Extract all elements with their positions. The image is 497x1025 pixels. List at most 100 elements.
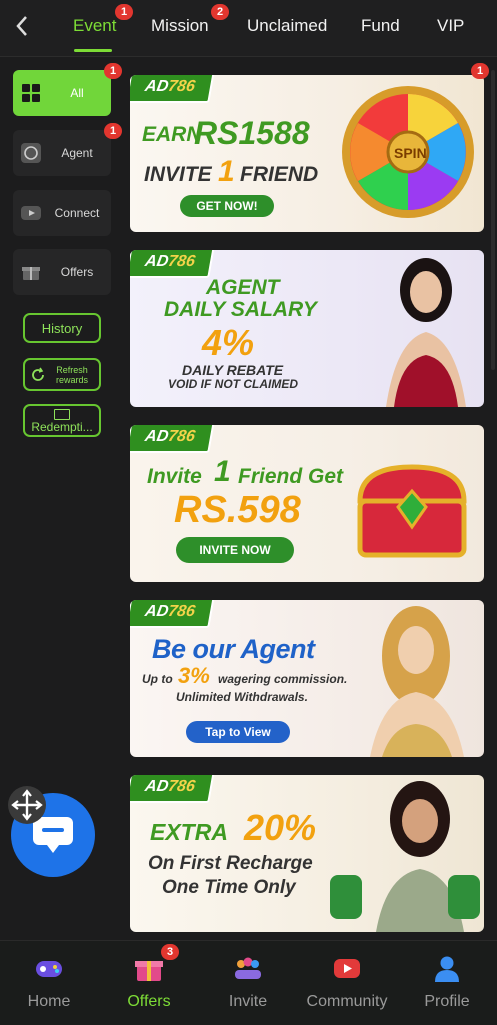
- ad786-tag: AD 786: [130, 775, 215, 803]
- banner-text: Invite: [147, 465, 202, 488]
- woman-portrait-image: [370, 606, 464, 757]
- brand-number: 786: [166, 253, 197, 270]
- sidebar-item-label: Offers: [60, 265, 94, 279]
- refresh-rewards-button[interactable]: Refresh rewards: [23, 358, 101, 391]
- sidebar-item-label: All: [70, 86, 84, 100]
- banner-text: One Time Only: [162, 877, 296, 898]
- sidebar-item-all[interactable]: All: [13, 70, 111, 116]
- tab-unclaimed[interactable]: Unclaimed: [247, 16, 327, 36]
- brand-text: AD: [143, 428, 170, 445]
- brand-text: AD: [143, 603, 170, 620]
- active-tab-indicator: [74, 49, 112, 52]
- whatsapp-icon: [21, 143, 41, 163]
- ad786-tag: AD 786: [130, 250, 215, 278]
- nav-label: Profile: [424, 993, 470, 1010]
- sidebar-all-badge: 1: [104, 63, 122, 79]
- sidebar-item-connect[interactable]: Connect: [13, 190, 111, 236]
- tab-event-badge: 1: [115, 4, 133, 20]
- tap-to-view-button[interactable]: Tap to View: [186, 721, 290, 743]
- banner-text: INVITE: [144, 163, 212, 186]
- youtube-icon: [21, 203, 41, 223]
- history-label: History: [41, 320, 83, 336]
- gamepad-icon: [34, 953, 64, 983]
- sidebar-item-offers[interactable]: Offers: [13, 249, 111, 295]
- banner-number: 1: [218, 155, 235, 188]
- woman-portrait-image: [386, 258, 466, 407]
- ad786-tag: AD 786: [130, 600, 215, 628]
- history-button[interactable]: History: [23, 313, 101, 343]
- ad786-tag: AD 786: [130, 75, 215, 103]
- banner-percent: 20%: [244, 807, 317, 848]
- get-now-button[interactable]: GET NOW!: [180, 195, 274, 217]
- refresh-icon: [32, 367, 44, 381]
- move-arrows-icon: [11, 789, 43, 821]
- tab-mission[interactable]: Mission: [151, 16, 209, 36]
- banner-text: AGENT: [206, 276, 280, 299]
- nav-label: Home: [27, 993, 71, 1010]
- banner-title: Be our Agent: [152, 634, 315, 664]
- redemption-code-icon: [54, 408, 70, 420]
- banner-amount: RS.598: [174, 489, 301, 531]
- brand-number: 786: [166, 603, 197, 620]
- sidebar-agent-badge: 1: [104, 123, 122, 139]
- banner-percent: 4%: [202, 322, 255, 363]
- nav-home[interactable]: Home: [4, 941, 94, 1025]
- brand-number: 786: [166, 78, 197, 95]
- spin-label: SPIN: [394, 145, 427, 161]
- tab-vip[interactable]: VIP: [437, 16, 464, 36]
- nav-label: Invite: [228, 993, 268, 1010]
- youtube-icon: [332, 953, 362, 983]
- banner-text: Up to: [142, 672, 173, 686]
- banner-text: VOID IF NOT CLAIMED: [168, 377, 298, 391]
- sidebar-item-label: Connect: [54, 206, 100, 220]
- banner-earn-rs1588[interactable]: AD 786 EARN RS1588 INVITE 1 FRIEND GET NO…: [130, 75, 484, 232]
- banner-amount: RS1588: [194, 115, 310, 151]
- ad786-tag: AD 786: [130, 425, 215, 453]
- banner-extra-20[interactable]: AD 786 EXTRA 20% On First Recharge One Ti…: [130, 775, 484, 932]
- nav-offers-badge: 3: [161, 944, 179, 960]
- banner-text: DAILY SALARY: [164, 298, 317, 321]
- scrollbar[interactable]: [491, 70, 495, 370]
- brand-text: AD: [143, 253, 170, 270]
- banner-text: EARN: [142, 123, 202, 146]
- sidebar-item-agent[interactable]: Agent: [13, 130, 111, 176]
- treasure-chest-icon: [357, 464, 467, 558]
- brand-number: 786: [166, 428, 197, 445]
- nav-label: Community: [306, 993, 388, 1010]
- banner-percent: 3%: [178, 663, 210, 688]
- nav-invite[interactable]: Invite: [203, 941, 293, 1025]
- banner-text: On First Recharge: [148, 853, 313, 874]
- drag-move-handle[interactable]: [8, 786, 46, 824]
- banner-text: wagering commission.: [218, 672, 348, 686]
- invite-now-button[interactable]: INVITE NOW: [176, 537, 294, 563]
- banner-text: DAILY REBATE: [182, 362, 284, 378]
- brand-number: 786: [166, 778, 197, 795]
- banner-number: 1: [214, 455, 231, 488]
- tab-mission-badge: 2: [211, 4, 229, 20]
- refresh-rewards-label: Refresh rewards: [55, 364, 88, 385]
- gift-icon: [21, 262, 41, 282]
- nav-profile[interactable]: Profile: [402, 941, 492, 1025]
- redemption-label: Redempti...: [31, 419, 93, 434]
- bottom-navigation: Home Offers 3 Invite Community Profile: [0, 940, 497, 1025]
- banner-text: Friend Get: [238, 465, 344, 488]
- banner-agent-daily-salary[interactable]: AD 786 AGENT DAILY SALARY 4% DAILY REBATE…: [130, 250, 484, 407]
- banner-be-our-agent[interactable]: AD 786 Be our Agent Up to 3% wagering com…: [130, 600, 484, 757]
- top-tab-bar: Event 1 Mission 2 Unclaimed Fund VIP: [0, 0, 497, 57]
- brand-text: AD: [143, 78, 170, 95]
- woman-portrait-image: [330, 781, 480, 932]
- nav-community[interactable]: Community: [302, 941, 392, 1025]
- person-icon: [432, 953, 462, 983]
- banner-invite-rs598[interactable]: AD 786 Invite 1 Friend Get RS.598 INVITE …: [130, 425, 484, 582]
- people-icon: [233, 953, 263, 983]
- brand-text: AD: [143, 778, 170, 795]
- banner-text: Unlimited Withdrawals.: [176, 690, 308, 704]
- chevron-left-icon[interactable]: [8, 12, 36, 40]
- grid-icon: [21, 83, 41, 103]
- redemption-button[interactable]: Redempti...: [23, 404, 101, 437]
- tab-event[interactable]: Event: [73, 16, 116, 36]
- tab-fund[interactable]: Fund: [361, 16, 400, 36]
- nav-offers[interactable]: Offers: [104, 941, 194, 1025]
- nav-label: Offers: [127, 993, 171, 1010]
- gift-icon: [134, 953, 164, 983]
